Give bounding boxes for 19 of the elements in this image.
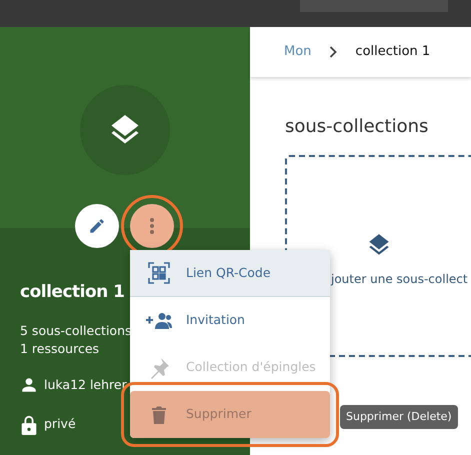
qr-code-icon: [148, 262, 170, 284]
visibility-label: privé: [44, 415, 76, 434]
collection-stat: 1 ressources: [20, 340, 100, 358]
breadcrumb-link[interactable]: Mon: [284, 42, 312, 62]
chevron-right-icon: [329, 46, 338, 58]
add-people-icon: [146, 312, 172, 330]
pencil-icon: [88, 217, 106, 235]
add-subcollection-label: jouter une sous-collect: [330, 271, 468, 288]
trash-icon: [151, 404, 167, 424]
user-icon: [20, 376, 38, 394]
collection-stat: 5 sous-collections: [20, 322, 132, 340]
menu-item[interactable]: Lien QR-Code: [130, 250, 330, 297]
more-icon: [149, 217, 155, 235]
tooltip: Supprimer (Delete): [340, 405, 458, 429]
section-title: sous-collections: [285, 115, 430, 139]
owner-name: luka12 lehrer: [44, 376, 127, 394]
breadcrumb-current: collection 1: [355, 43, 430, 62]
collection-title: collection 1: [20, 281, 126, 304]
lock-icon: [20, 414, 38, 435]
